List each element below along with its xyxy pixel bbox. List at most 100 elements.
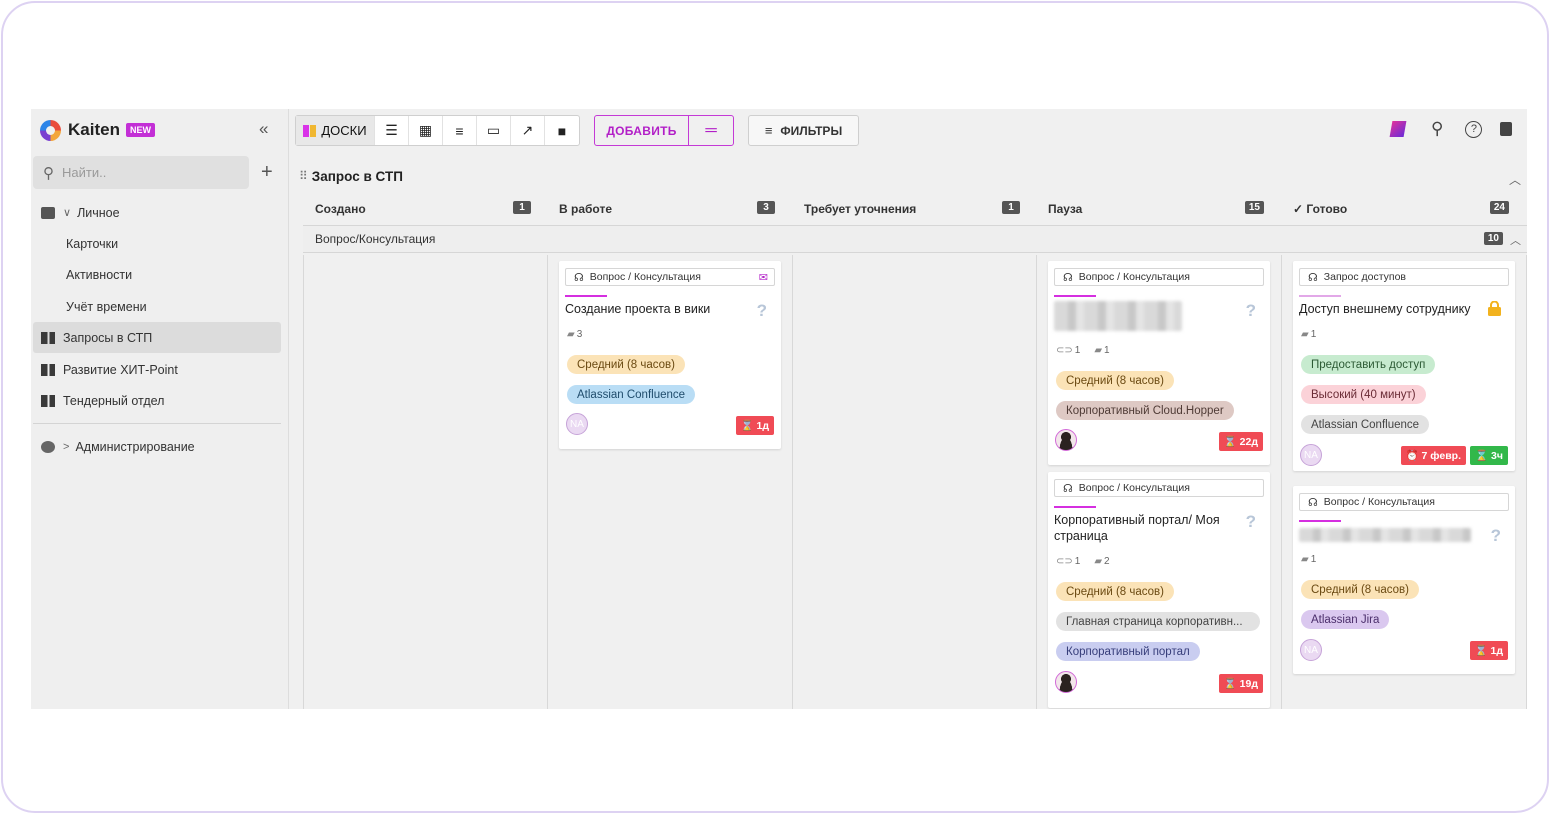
list-view-button[interactable]: ☰ — [375, 116, 409, 145]
help-icon[interactable]: ? — [1465, 120, 1483, 138]
add-space-button[interactable]: + — [261, 161, 273, 184]
collapse-board-icon[interactable]: ︿ — [1509, 171, 1521, 188]
headset-icon: ☊ — [1308, 271, 1318, 284]
filters-button[interactable]: ≡ ФИЛЬТРЫ — [748, 115, 859, 146]
card-color-line — [565, 295, 607, 297]
palette-icon[interactable] — [1389, 121, 1407, 137]
card[interactable]: ☊ Вопрос / Консультация ? ⊂⊃ 1 ▰ 1 Средн… — [1048, 261, 1270, 465]
card-type-label: Запрос доступов — [1323, 271, 1406, 283]
column-count: 1 — [513, 201, 531, 214]
card-type-label: Вопрос / Консультация — [1078, 271, 1190, 283]
sidebar-divider — [33, 423, 281, 424]
card-color-line — [1054, 506, 1096, 508]
kaiten-app: Kaiten NEW « ⚲ Найти.. + ∨ Личное Карточ… — [31, 109, 1527, 709]
table-view-button[interactable]: ▦ — [409, 116, 443, 145]
card-tag[interactable]: Средний (8 часов) — [1056, 582, 1174, 601]
sidebar-item-stp-requests[interactable]: Запросы в СТП — [33, 322, 281, 353]
search-input[interactable]: ⚲ Найти.. — [33, 156, 249, 189]
sidebar-item-personal[interactable]: ∨ Личное — [33, 197, 281, 228]
filter-icon: ≡ — [764, 123, 773, 138]
board-title[interactable]: Запрос в СТП — [312, 169, 403, 184]
sidebar-item-activity[interactable]: Активности — [66, 268, 132, 282]
avatar[interactable]: NA — [566, 413, 588, 435]
card-type: ☊ Запрос доступов — [1299, 268, 1509, 286]
card-tag[interactable]: Высокий (40 минут) — [1301, 385, 1426, 404]
new-badge: NEW — [125, 123, 155, 137]
column-header-created[interactable]: Создано 1 — [303, 195, 539, 223]
avatar[interactable] — [1055, 671, 1077, 693]
swimlane-count: 10 — [1483, 232, 1503, 245]
inbox-icon[interactable] — [1500, 122, 1513, 136]
chart-view-button[interactable]: ↗ — [511, 116, 545, 145]
search-placeholder: Найти.. — [62, 165, 107, 180]
headset-icon: ☊ — [1063, 482, 1073, 495]
comment-count: 3 — [576, 329, 583, 340]
timeline-view-button[interactable]: ≡ — [443, 116, 477, 145]
calendar-view-button[interactable]: ▭ — [477, 116, 511, 145]
column-name: ✓ Готово — [1293, 202, 1348, 216]
question-icon: ? — [1245, 301, 1256, 320]
column-header-needs-clarification[interactable]: Требует уточнения 1 — [792, 195, 1028, 223]
chevron-right-icon: > — [63, 440, 70, 453]
question-icon: ? — [1245, 512, 1256, 531]
sidebar-item-label: Тендерный отдел — [63, 393, 165, 408]
boards-icon — [303, 124, 317, 137]
card-comments: ▰ 3 — [567, 329, 582, 340]
comment-count: 1 — [1104, 345, 1110, 356]
card-tag[interactable]: Atlassian Confluence — [567, 385, 696, 404]
column-header-in-progress[interactable]: В работе 3 — [547, 195, 783, 223]
card-tag[interactable]: Средний (8 часов) — [1301, 580, 1419, 599]
collapse-lane-icon[interactable]: ︿ — [1510, 232, 1521, 248]
card-type: ☊ Вопрос / Консультация — [1054, 479, 1264, 497]
swimlane-header[interactable]: Вопрос/Консультация 10 ︿ — [303, 225, 1527, 253]
blurred-card-title — [1054, 301, 1182, 331]
card-tag[interactable]: Atlassian Confluence — [1301, 415, 1430, 434]
card[interactable]: ☊ Вопрос / Консультация Корпоративный по… — [1048, 472, 1270, 708]
swimlane-name: Вопрос/Консультация — [315, 232, 436, 246]
card-tag[interactable]: Корпоративный портал — [1056, 642, 1200, 661]
column-count: 15 — [1244, 201, 1264, 214]
card[interactable]: ☊ Вопрос / Консультация ? ▰ 1 Средний (8… — [1293, 486, 1515, 674]
sidebar-item-tender[interactable]: Тендерный отдел — [33, 385, 281, 416]
card-tag[interactable]: Главная страница корпоративн... — [1056, 612, 1260, 631]
add-menu-button[interactable]: ═ — [689, 116, 733, 145]
boards-view-button[interactable]: ДОСКИ — [296, 116, 375, 145]
column-header-pause[interactable]: Пауза 15 — [1036, 195, 1272, 223]
card-type: ☊ Вопрос / Консультация — [1299, 493, 1509, 511]
sidebar-item-time-tracking[interactable]: Учёт времени — [66, 300, 147, 314]
card-tag[interactable]: Atlassian Jira — [1301, 610, 1390, 629]
archive-view-button[interactable]: ■ — [545, 116, 579, 145]
collapse-sidebar-button[interactable]: « — [259, 119, 268, 139]
folder-icon — [41, 206, 55, 219]
card-type-label: Вопрос / Консультация — [1078, 482, 1190, 494]
drag-grip-icon[interactable]: ⠿ — [299, 169, 308, 183]
headset-icon: ☊ — [1308, 496, 1318, 509]
search-icon[interactable]: ⚲ — [1431, 119, 1443, 139]
add-card-button[interactable]: ДОБАВИТЬ — [595, 116, 689, 145]
avatar[interactable]: NA — [1300, 444, 1322, 466]
card-tag[interactable]: Средний (8 часов) — [1056, 371, 1174, 390]
logo[interactable]: Kaiten NEW — [40, 119, 155, 141]
column-header-done[interactable]: ✓ Готово 24 — [1281, 195, 1517, 223]
avatar[interactable]: NA — [1300, 639, 1322, 661]
sidebar-item-admin[interactable]: > Администрирование — [33, 431, 281, 462]
add-button-group: ДОБАВИТЬ ═ — [594, 115, 734, 146]
card[interactable]: ☊ Вопрос / Консультация ✉ Создание проек… — [559, 261, 781, 449]
sidebar-item-cards[interactable]: Карточки — [66, 237, 118, 251]
sidebar-item-hit-point[interactable]: Развитие ХИТ-Point — [33, 354, 281, 385]
card-tag[interactable]: Предоставить доступ — [1301, 355, 1436, 374]
card-color-line — [1299, 520, 1341, 522]
sidebar-item-label: Развитие ХИТ-Point — [63, 362, 178, 377]
avatar[interactable] — [1055, 429, 1077, 451]
card-tag[interactable]: Средний (8 часов) — [567, 355, 685, 374]
card-tag[interactable]: Корпоративный Cloud.Hopper — [1056, 401, 1234, 420]
attachment-icon: ⊂⊃ — [1056, 345, 1073, 356]
lock-icon — [1488, 300, 1501, 316]
column-divider — [547, 255, 548, 709]
time-badge: ⌛ 1д — [1469, 641, 1508, 660]
mail-icon: ✉ — [758, 272, 768, 284]
comment-count: 2 — [1104, 556, 1110, 567]
card[interactable]: ☊ Запрос доступов Доступ внешнему сотруд… — [1293, 261, 1515, 471]
board-icon — [41, 363, 55, 376]
archive-icon: ■ — [557, 122, 567, 139]
